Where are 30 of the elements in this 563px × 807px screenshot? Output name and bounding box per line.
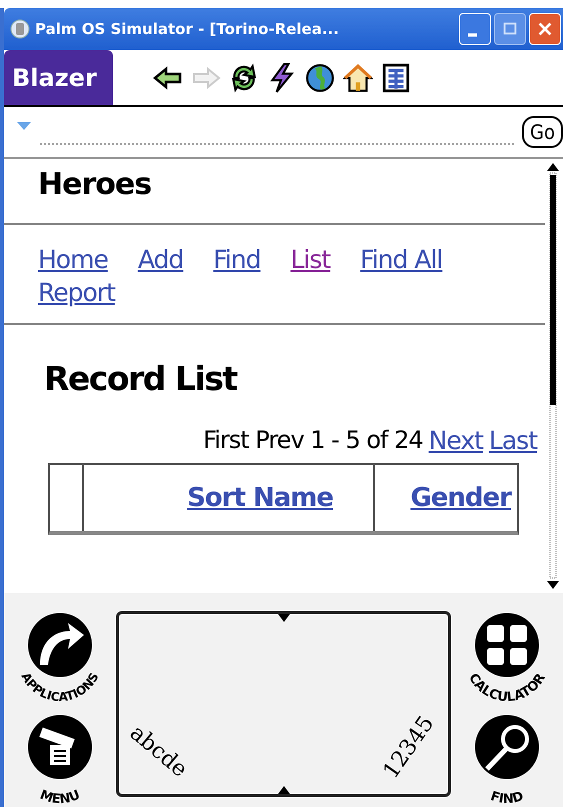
- pager-text: First Prev 1 - 5 of 24: [203, 426, 423, 455]
- address-field[interactable]: [40, 141, 514, 145]
- nav-link[interactable]: Report: [38, 278, 115, 307]
- pager-link[interactable]: Last: [488, 426, 537, 455]
- home-icon[interactable]: [342, 62, 373, 92]
- scrollbar[interactable]: [545, 161, 561, 591]
- close-icon: [536, 20, 554, 38]
- handheld-icon: [10, 19, 30, 39]
- close-button[interactable]: [529, 13, 561, 45]
- pager-link[interactable]: Next: [428, 426, 483, 455]
- nav-link[interactable]: Find: [213, 245, 260, 274]
- column-header-link[interactable]: Gender: [410, 483, 511, 513]
- go-button[interactable]: Go: [522, 116, 563, 148]
- dropdown-icon[interactable]: [16, 121, 32, 131]
- nav-link[interactable]: Add: [138, 245, 184, 274]
- notch-icon: [278, 614, 290, 622]
- page-title: Heroes: [37, 166, 152, 204]
- find-silk-button[interactable]: FIND: [457, 703, 557, 803]
- nav-link[interactable]: List: [290, 245, 330, 274]
- notch-icon: [278, 786, 290, 794]
- column-header-link[interactable]: Sort Name: [187, 483, 333, 513]
- minimize-icon: [468, 33, 476, 37]
- minimize-button[interactable]: [459, 13, 491, 45]
- section-heading: Record List: [43, 358, 238, 398]
- nav-link[interactable]: Home: [38, 245, 108, 274]
- menu-silk-button[interactable]: MENU: [10, 703, 110, 803]
- grid-icon[interactable]: [380, 62, 411, 92]
- globe-icon[interactable]: [304, 62, 335, 92]
- window-title: Palm OS Simulator - [Torino-Relea...: [35, 20, 340, 38]
- nav-link[interactable]: Find All: [360, 245, 442, 274]
